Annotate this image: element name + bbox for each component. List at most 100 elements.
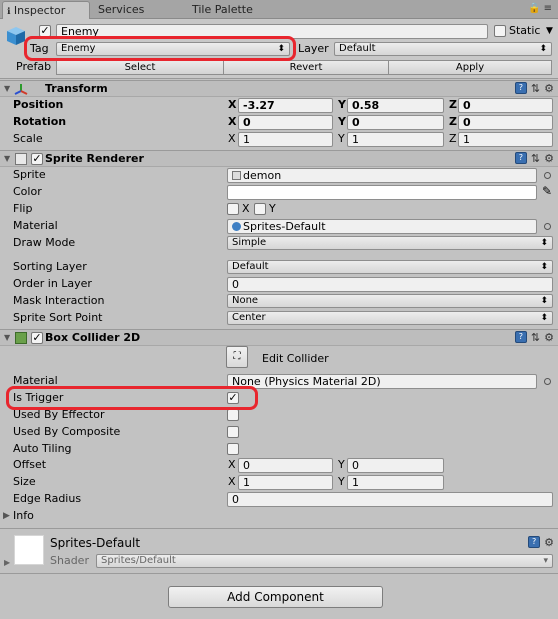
prefab-apply-button[interactable]: Apply (388, 60, 552, 75)
prefab-select-button[interactable]: Select (56, 60, 224, 75)
box-collider-enabled-checkbox[interactable]: ✓ (31, 332, 43, 344)
rotation-y-axis[interactable]: Y (338, 115, 346, 129)
gear-icon[interactable]: ⚙ (544, 331, 554, 344)
auto-tiling-checkbox[interactable] (227, 443, 239, 455)
edit-collider-icon: ⛶ (233, 351, 241, 362)
scale-y-field[interactable]: 1 (347, 132, 444, 147)
rotation-z-field[interactable]: 0 (458, 115, 553, 130)
object-picker-icon[interactable] (544, 378, 551, 385)
add-component-separator (0, 573, 558, 574)
object-picker-icon[interactable] (544, 172, 551, 179)
offset-y-axis[interactable]: Y (338, 458, 345, 472)
scale-label: Scale (13, 132, 43, 145)
flip-x-label: X (242, 202, 250, 215)
object-picker-icon[interactable] (544, 223, 551, 230)
sprite-sort-point-value: Center (232, 312, 266, 323)
tab-services[interactable]: Services (98, 1, 144, 19)
add-component-button[interactable]: Add Component (168, 586, 383, 608)
sorting-layer-dropdown[interactable]: Default ⬍ (227, 260, 553, 274)
position-x-field[interactable]: -3.27 (238, 98, 333, 113)
collider-material-field[interactable]: None (Physics Material 2D) (227, 374, 537, 389)
static-checkbox[interactable] (494, 25, 506, 37)
box-collider-icon (15, 332, 27, 344)
static-dropdown-icon[interactable]: ▼ (546, 24, 553, 38)
box-collider-header[interactable]: ▼ ✓ Box Collider 2D ? ⇅ ⚙ (0, 329, 558, 346)
position-z-field[interactable]: 0 (458, 98, 553, 113)
help-book-icon[interactable]: ? (514, 152, 527, 164)
prefab-revert-button[interactable]: Revert (223, 60, 389, 75)
mask-interaction-dropdown[interactable]: None ⬍ (227, 294, 553, 308)
sprite-material-field[interactable]: Sprites-Default (227, 219, 537, 234)
offset-y-field[interactable]: 0 (347, 458, 444, 473)
used-by-composite-checkbox[interactable] (227, 426, 239, 438)
sprite-renderer-enabled-checkbox[interactable]: ✓ (31, 153, 43, 165)
info-label[interactable]: Info (13, 509, 34, 523)
material-name: Sprites-Default (50, 536, 141, 550)
tag-highlight (24, 36, 296, 61)
size-y-field[interactable]: 1 (347, 475, 444, 490)
scale-z-field[interactable]: 1 (458, 132, 553, 147)
transform-header[interactable]: ▼ Transform ? ⇅ ⚙ (0, 80, 558, 97)
gear-icon[interactable]: ⚙ (544, 82, 554, 95)
rotation-x-axis[interactable]: X (228, 115, 236, 129)
draw-mode-dropdown[interactable]: Simple ⬍ (227, 236, 553, 250)
offset-x-field[interactable]: 0 (238, 458, 333, 473)
foldout-arrow-icon[interactable]: ▼ (4, 333, 10, 342)
rotation-z-axis[interactable]: Z (449, 115, 457, 129)
order-in-layer-field[interactable]: 0 (227, 277, 553, 292)
rotation-y-field[interactable]: 0 (347, 115, 444, 130)
sprite-sort-point-label: Sprite Sort Point (13, 311, 103, 324)
position-y-field[interactable]: 0.58 (347, 98, 444, 113)
order-in-layer-label: Order in Layer (13, 277, 92, 290)
color-field[interactable] (227, 185, 537, 200)
help-book-icon[interactable]: ? (514, 331, 527, 343)
eyedropper-icon[interactable]: ✎ (542, 184, 552, 198)
sprite-sort-point-dropdown[interactable]: Center ⬍ (227, 311, 553, 325)
sprite-value: demon (243, 169, 282, 182)
size-y-axis[interactable]: Y (338, 475, 345, 489)
scale-z-axis[interactable]: Z (449, 132, 457, 146)
help-book-icon[interactable]: ? (514, 82, 527, 94)
foldout-arrow-icon[interactable]: ▼ (4, 84, 10, 93)
used-by-effector-checkbox[interactable] (227, 409, 239, 421)
sprite-renderer-title: Sprite Renderer (45, 152, 144, 165)
info-foldout-icon[interactable]: ▶ (3, 509, 10, 523)
transform-icon (14, 84, 28, 95)
layer-dropdown[interactable]: Default ⬍ (334, 42, 552, 56)
scale-y-axis[interactable]: Y (338, 132, 345, 146)
offset-x-axis[interactable]: X (228, 458, 236, 472)
used-by-effector-label: Used By Effector (13, 408, 105, 421)
rotation-x-field[interactable]: 0 (238, 115, 333, 130)
scale-x-field[interactable]: 1 (238, 132, 333, 147)
size-x-axis[interactable]: X (228, 475, 236, 489)
inspector-icon: ℹ (7, 7, 11, 17)
position-z-axis[interactable]: Z (449, 98, 457, 112)
lock-menu-icon[interactable]: 🔒 ≡ (528, 3, 552, 14)
edit-collider-button[interactable]: ⛶ (226, 346, 248, 368)
material-foldout-icon[interactable]: ▶ (4, 556, 10, 570)
tab-tile-palette[interactable]: Tile Palette (192, 1, 253, 19)
preset-icon[interactable]: ⇅ (531, 152, 540, 165)
size-x-field[interactable]: 1 (238, 475, 333, 490)
tab-inspector[interactable]: ℹ Inspector (2, 1, 90, 19)
scale-x-axis[interactable]: X (228, 132, 236, 146)
sorting-layer-value: Default (232, 261, 269, 272)
material-sphere-icon (232, 222, 241, 231)
foldout-arrow-icon[interactable]: ▼ (4, 154, 10, 163)
sprite-asset-icon (232, 171, 241, 180)
preset-icon[interactable]: ⇅ (531, 82, 540, 95)
gear-icon[interactable]: ⚙ (544, 536, 554, 549)
help-book-icon[interactable]: ? (528, 536, 541, 548)
preset-icon[interactable]: ⇅ (531, 331, 540, 344)
dropdown-arrow-icon: ⬍ (540, 238, 548, 248)
gear-icon[interactable]: ⚙ (544, 152, 554, 165)
shader-dropdown[interactable]: Sprites/Default ▾ (96, 554, 553, 568)
position-y-axis[interactable]: Y (338, 98, 346, 112)
flip-y-checkbox[interactable] (254, 203, 266, 215)
flip-x-checkbox[interactable] (227, 203, 239, 215)
sprite-renderer-header[interactable]: ▼ ✓ Sprite Renderer ? ⇅ ⚙ (0, 150, 558, 167)
sprite-renderer-icon (15, 153, 27, 165)
edge-radius-field[interactable]: 0 (227, 492, 553, 507)
position-x-axis[interactable]: X (228, 98, 236, 112)
sprite-field[interactable]: demon (227, 168, 537, 183)
